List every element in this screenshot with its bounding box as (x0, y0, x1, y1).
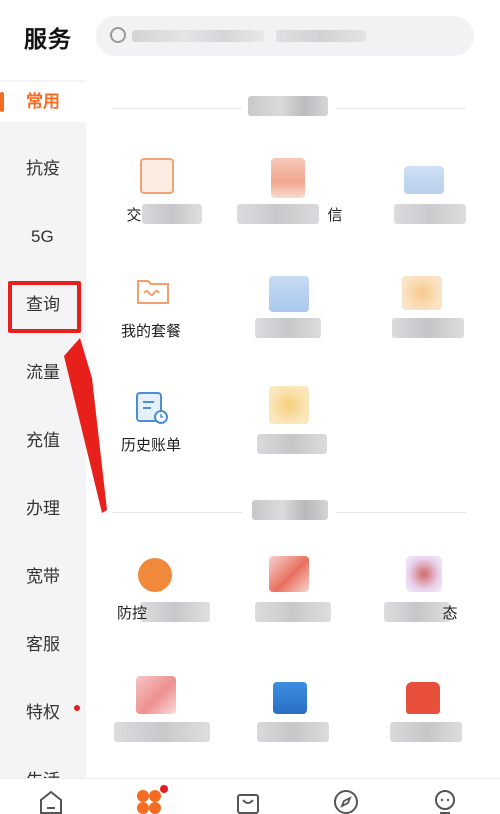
section-title-blurred (252, 500, 328, 520)
sidebar-item-broadband[interactable]: 宽带 (0, 557, 86, 597)
bill-icon (140, 158, 174, 194)
service-icon-blurred (404, 166, 444, 194)
location-pin-icon (138, 558, 172, 592)
blurred-text (114, 722, 210, 742)
blurred-text (390, 722, 462, 742)
service-cell[interactable] (233, 556, 353, 666)
active-indicator (0, 92, 4, 112)
service-icon-blurred (402, 276, 442, 310)
service-icon-blurred (269, 276, 309, 312)
service-label: 防控 (116, 605, 147, 622)
sidebar-item-label: 特权 (26, 703, 60, 722)
section-divider (112, 108, 242, 109)
nav-badge-dot (160, 785, 168, 793)
bottom-navigation (0, 778, 500, 814)
service-cell[interactable] (233, 676, 353, 786)
service-cell[interactable]: 态 (366, 556, 486, 666)
home-icon[interactable] (38, 789, 64, 814)
header: 服务 (0, 0, 500, 80)
service-cell[interactable]: 信 (233, 158, 353, 268)
search-text-blurred-2 (276, 30, 366, 42)
sidebar-item-common[interactable]: 常用 (0, 82, 86, 122)
service-icon-blurred (269, 386, 309, 424)
search-input[interactable] (96, 16, 474, 56)
service-label: 我的套餐 (120, 323, 181, 340)
sidebar-item-data[interactable]: 流量 (0, 353, 86, 393)
service-cell-my-plan[interactable]: 我的套餐 (100, 276, 220, 386)
profile-icon[interactable] (432, 789, 458, 814)
building-icon (273, 682, 307, 714)
folder-icon (137, 280, 169, 304)
service-cell[interactable] (366, 158, 486, 268)
service-cell[interactable]: 交 (100, 158, 220, 268)
sidebar-item-label: 流量 (26, 363, 60, 382)
service-cell[interactable] (366, 676, 486, 786)
bill-history-icon (136, 392, 168, 424)
sidebar-item-label: 客服 (26, 635, 60, 654)
service-label: 历史账单 (120, 437, 181, 454)
sidebar-item-recharge[interactable]: 充值 (0, 421, 86, 461)
blurred-text (394, 204, 466, 224)
service-icon-blurred (271, 158, 305, 198)
sidebar-item-label: 5G (31, 227, 54, 246)
section-divider (336, 512, 466, 513)
blurred-text (255, 318, 321, 338)
service-icon-blurred (136, 676, 176, 714)
service-cell[interactable] (233, 386, 353, 496)
sidebar-item-handle[interactable]: 办理 (0, 489, 86, 529)
blurred-text (257, 722, 329, 742)
sidebar-item-label: 抗疫 (26, 159, 60, 178)
search-text-blurred (132, 30, 264, 42)
blurred-text (255, 602, 331, 622)
service-cell[interactable]: 防控 (100, 558, 220, 668)
service-cell[interactable] (100, 676, 220, 786)
category-sidebar: 常用 抗疫 5G 查询 流量 充值 办理 宽带 客服 特权 生活 (0, 80, 86, 780)
service-grid: 交 信 我的套餐 历史账单 防控 态 (86, 80, 500, 780)
services-icon[interactable] (136, 789, 162, 814)
sidebar-item-privileges[interactable]: 特权 (0, 693, 86, 733)
service-label: 交 (126, 207, 142, 224)
service-cell[interactable] (366, 276, 486, 386)
page-title: 服务 (24, 26, 72, 52)
sidebar-item-label: 常用 (26, 92, 60, 111)
service-icon-blurred (406, 556, 442, 592)
blurred-text (392, 318, 464, 338)
section-divider (112, 512, 242, 513)
section-divider (336, 108, 466, 109)
service-icon-blurred (269, 556, 309, 592)
sidebar-item-customer-service[interactable]: 客服 (0, 625, 86, 665)
house-icon (406, 682, 440, 714)
shopping-bag-icon[interactable] (235, 789, 261, 814)
sidebar-item-antiepidemic[interactable]: 抗疫 (0, 149, 86, 189)
search-icon (110, 27, 126, 43)
annotation-highlight-box (8, 281, 81, 333)
service-cell-billing-history[interactable]: 历史账单 (100, 390, 220, 500)
sidebar-item-label: 宽带 (26, 567, 60, 586)
sidebar-item-label: 办理 (26, 499, 60, 518)
service-label: 态 (442, 605, 458, 622)
badge-dot (74, 705, 80, 711)
section-title-blurred (248, 96, 328, 116)
sidebar-item-label: 充值 (26, 431, 60, 450)
service-cell[interactable] (233, 276, 353, 386)
blurred-text (257, 434, 327, 454)
compass-icon[interactable] (333, 789, 359, 814)
